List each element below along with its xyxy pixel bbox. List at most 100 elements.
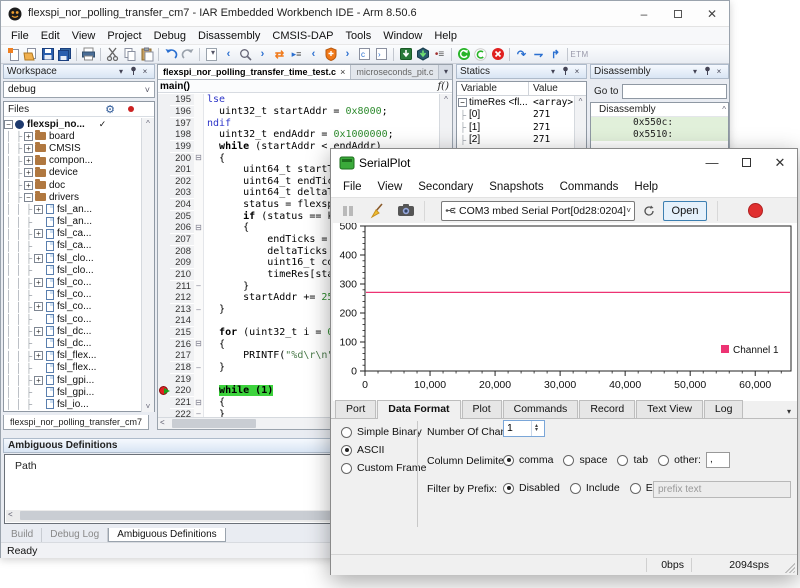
radio-icon[interactable]: [341, 445, 352, 456]
menu-item-project[interactable]: Project: [101, 30, 147, 42]
nav-back-icon[interactable]: ‹: [305, 46, 322, 62]
download-debug-icon[interactable]: [414, 46, 431, 62]
tree-item-cmsis[interactable]: │├+CMSIS: [4, 142, 142, 154]
close-tab-icon[interactable]: ×: [340, 67, 345, 77]
tab-plot[interactable]: Plot: [462, 400, 502, 418]
source-doc-icon[interactable]: c: [356, 46, 373, 62]
prefix-text-input[interactable]: prefix text: [653, 481, 791, 498]
snapshot-camera-icon[interactable]: [397, 203, 414, 219]
tree-item-fslan[interactable]: ││├fsl_an...: [4, 216, 142, 228]
chevron-down-icon[interactable]: ▾: [115, 67, 127, 76]
maximize-icon[interactable]: [729, 149, 763, 177]
workspace-header[interactable]: Workspace ▾ ×: [3, 64, 155, 79]
copy-icon[interactable]: [121, 46, 138, 62]
menu-item-tools[interactable]: Tools: [340, 30, 378, 42]
port-select[interactable]: COM3 mbed Serial Port[0d28:0204] ˅: [441, 201, 635, 221]
tab-list-icon[interactable]: ▾: [440, 65, 452, 79]
tree-item-device[interactable]: │├+device: [4, 167, 142, 179]
breakpoint-margin[interactable]: [158, 350, 170, 362]
menu-item-edit[interactable]: Edit: [35, 30, 66, 42]
tree-item-fslio[interactable]: ││├fsl_io...: [4, 398, 142, 410]
breakpoint-margin[interactable]: [158, 129, 170, 141]
radio-icon[interactable]: [341, 427, 352, 438]
mode-ascii[interactable]: ASCII: [341, 441, 426, 459]
close-icon[interactable]: ×: [713, 67, 725, 76]
chevron-down-icon[interactable]: ▾: [689, 67, 701, 76]
code-line[interactable]: 196 uint32_t startAddr = 0x8000;: [158, 106, 439, 118]
filter-include[interactable]: Include: [570, 479, 620, 497]
delimiter-other[interactable]: other:,: [658, 451, 730, 469]
expand-icon[interactable]: +: [24, 156, 33, 165]
mode-simplebinary[interactable]: Simple Binary: [341, 423, 426, 441]
tree-item-board[interactable]: │├+board: [4, 130, 142, 142]
tree-item-fslca[interactable]: ││├+fsl_ca...: [4, 228, 142, 240]
mode-customframe[interactable]: Custom Frame: [341, 459, 426, 477]
statics-row[interactable]: ├[2]271: [457, 134, 586, 147]
nav-forward-icon[interactable]: ›: [339, 46, 356, 62]
code-line[interactable]: 195lse: [158, 94, 439, 106]
breakpoint-margin[interactable]: [158, 152, 170, 164]
current-symbol[interactable]: main(): [158, 81, 437, 92]
expand-icon[interactable]: +: [34, 278, 43, 287]
tab-port[interactable]: Port: [335, 400, 376, 418]
pin-icon[interactable]: [127, 66, 139, 78]
breakpoint-margin[interactable]: [158, 362, 170, 374]
disassembly-header[interactable]: Disassembly ▾ ×: [590, 64, 729, 79]
expand-icon[interactable]: +: [24, 144, 33, 153]
breakpoint-margin[interactable]: [158, 164, 170, 176]
breakpoint-margin[interactable]: [158, 199, 170, 211]
cut-icon[interactable]: [104, 46, 121, 62]
tree-item-fslclo[interactable]: ││├fsl_clo...: [4, 264, 142, 276]
tab-commands[interactable]: Commands: [503, 400, 579, 418]
bottom-tab-build[interactable]: Build: [3, 528, 42, 542]
function-list-icon[interactable]: f(): [437, 81, 452, 92]
tree-item-fslan[interactable]: ││├+fsl_an...: [4, 203, 142, 215]
tree-item-drivers[interactable]: │├−drivers: [4, 191, 142, 203]
radio-icon[interactable]: [563, 455, 574, 466]
config-select[interactable]: debug: [3, 81, 155, 98]
close-icon[interactable]: ✕: [695, 1, 729, 27]
breakpoint-margin[interactable]: [158, 304, 170, 316]
stop-debug-icon[interactable]: [489, 46, 506, 62]
breakpoint-margin[interactable]: [158, 338, 170, 350]
menu-item-cmsis-dap[interactable]: CMSIS-DAP: [266, 30, 339, 42]
close-icon[interactable]: ×: [139, 67, 151, 76]
breakpoint-margin[interactable]: [158, 106, 170, 118]
close-icon[interactable]: ×: [571, 67, 583, 76]
radio-icon[interactable]: [630, 483, 641, 494]
files-column-header[interactable]: Files ⚙: [4, 102, 154, 117]
resize-grip[interactable]: [785, 563, 795, 573]
find-prev-icon[interactable]: ‹: [220, 46, 237, 62]
paste-icon[interactable]: [138, 46, 155, 62]
header-doc-icon[interactable]: ›: [373, 46, 390, 62]
tab-log[interactable]: Log: [704, 400, 744, 418]
column-value[interactable]: Value: [529, 82, 562, 95]
filter-disabled[interactable]: Disabled: [503, 479, 560, 497]
pin-icon[interactable]: [559, 66, 571, 78]
breakpoint-margin[interactable]: [158, 175, 170, 187]
redo-icon[interactable]: [179, 46, 196, 62]
plot-area[interactable]: 0100200300400500010,00020,00030,00040,00…: [333, 223, 797, 401]
expand-icon[interactable]: +: [34, 205, 43, 214]
statics-row[interactable]: ├[0]271: [457, 109, 586, 122]
code-line[interactable]: 198 uint32_t endAddr = 0x1000000;: [158, 129, 439, 141]
menu-item-window[interactable]: Window: [377, 30, 428, 42]
disassembly-row[interactable]: 0x5510:: [591, 129, 728, 141]
cspy-shield-icon[interactable]: [322, 46, 339, 62]
breakpoint-margin[interactable]: [158, 210, 170, 222]
breakpoint-margin[interactable]: [158, 245, 170, 257]
other-delimiter-input[interactable]: ,: [706, 452, 730, 468]
breakpoint-margin[interactable]: [158, 117, 170, 129]
breakpoint-margin[interactable]: [158, 141, 170, 153]
workspace-scrollbar[interactable]: ^ ˅: [141, 118, 154, 412]
tree-item-fsldc[interactable]: ││├+fsl_dc...: [4, 325, 142, 337]
close-icon[interactable]: ✕: [763, 149, 797, 177]
open-file-icon[interactable]: [22, 46, 39, 62]
scroll-up-icon[interactable]: ^: [722, 103, 728, 116]
gear-icon[interactable]: ⚙: [99, 103, 121, 116]
breakpoint-margin[interactable]: [158, 373, 170, 385]
tab-overflow-icon[interactable]: ▾: [787, 407, 797, 418]
tree-item-compon[interactable]: │├+compon...: [4, 155, 142, 167]
fold-marker[interactable]: ⊟: [194, 338, 204, 350]
statics-header[interactable]: Statics ▾ ×: [456, 64, 587, 79]
